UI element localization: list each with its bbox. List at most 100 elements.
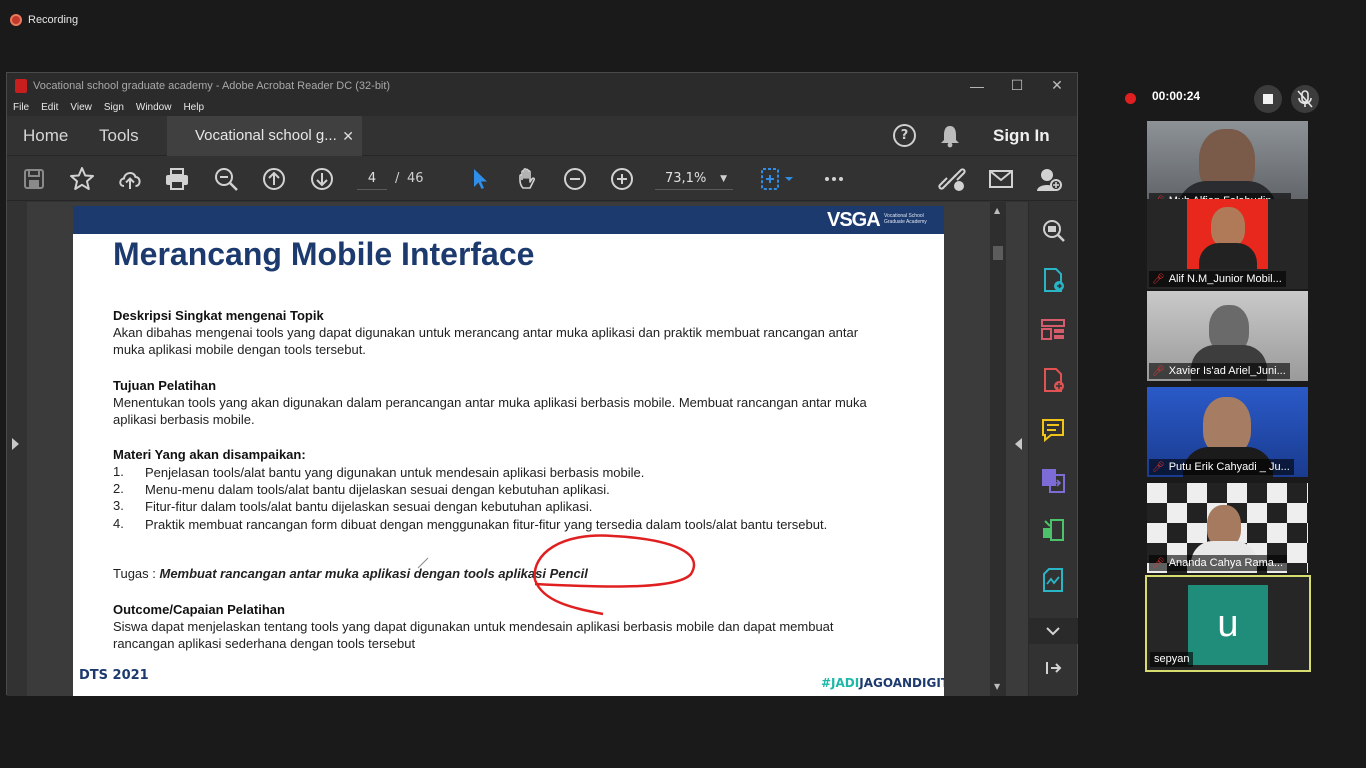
title-bar: Vocational school graduate academy - Ado… [7, 73, 1077, 98]
materi-item-number: 2. [113, 481, 124, 496]
fill-sign-icon[interactable] [1039, 566, 1067, 594]
fit-page-icon[interactable] [757, 165, 797, 193]
export-pdf-icon[interactable] [1039, 266, 1067, 294]
recording-indicator: Recording [10, 11, 78, 29]
participant-face [1211, 207, 1245, 247]
materi-heading: Materi Yang akan disampaikan: [113, 447, 306, 462]
menu-file[interactable]: File [7, 102, 35, 113]
page-number-input[interactable]: 4 [357, 168, 387, 190]
materi-item-number: 4. [113, 516, 124, 531]
combine-files-icon[interactable] [1039, 466, 1067, 494]
scroll-down-icon[interactable]: ▼ [994, 682, 1000, 691]
chevron-down-icon: ▼ [720, 174, 727, 184]
pdf-page: VSGA Vocational School Graduate Academy … [73, 206, 944, 696]
zoom-level-select[interactable]: 73,1% ▼ [655, 168, 733, 190]
organize-pages-icon[interactable] [1039, 316, 1067, 344]
search-zoom-icon[interactable] [212, 165, 240, 193]
toolbar: 4 / 46 73,1% ▼ [7, 157, 1077, 201]
participant-body [1199, 243, 1257, 269]
zoom-out-icon[interactable] [561, 165, 589, 193]
call-timer: 00:00:24 [1152, 89, 1201, 103]
comment-icon[interactable] [1039, 416, 1067, 444]
materi-item-text: Praktik membuat rancangan form dibuat de… [145, 517, 828, 532]
find-text-icon[interactable] [1039, 216, 1067, 244]
previous-page-icon[interactable] [260, 165, 288, 193]
mute-mic-button[interactable] [1291, 85, 1319, 113]
help-icon[interactable]: ? [893, 124, 916, 147]
sign-in-button[interactable]: Sign In [993, 116, 1050, 156]
more-options-icon[interactable] [820, 165, 848, 193]
vsga-logo: VSGA [827, 209, 881, 231]
hand-tool-icon[interactable] [513, 165, 541, 193]
save-icon[interactable] [20, 165, 48, 193]
participant-name: 🎤︎ Alif N.M_Junior Mobil... [1149, 271, 1286, 287]
minimize-button[interactable]: — [957, 73, 997, 98]
upload-cloud-icon[interactable] [116, 165, 144, 193]
participant-name: 🎤︎ Xavier Is'ad Ariel_Juni... [1149, 363, 1290, 379]
scroll-up-icon[interactable]: ▲ [994, 206, 1000, 215]
maximize-button[interactable]: ☐ [997, 73, 1037, 98]
slide-header-band [73, 206, 944, 234]
recording-label: Recording [28, 14, 79, 26]
outcome-text: Siswa dapat menjelaskan tentang tools ya… [113, 619, 834, 651]
vertical-scrollbar[interactable]: ▲ ▼ [990, 202, 1006, 696]
materi-item-text: Fitur-fitur dalam tools/alat bantu dijel… [145, 499, 593, 514]
participant-name: 🎤︎ Ananda Cahya Rama... [1149, 555, 1288, 571]
tab-document-label: Vocational school g... [195, 127, 337, 144]
self-view-tile[interactable]: u sepyan [1145, 575, 1311, 672]
stop-recording-button[interactable] [1254, 85, 1282, 113]
tab-home[interactable]: Home [23, 116, 68, 156]
menu-help[interactable]: Help [177, 102, 210, 113]
menu-view[interactable]: View [64, 102, 98, 113]
materi-item-number: 3. [113, 498, 124, 513]
acrobat-app-icon [15, 78, 27, 93]
footer-dts: DTS 2021 [79, 668, 149, 683]
tab-document[interactable]: Vocational school g... ✕ [167, 116, 362, 156]
materi-item-text: Penjelasan tools/alat bantu yang digunak… [145, 465, 645, 480]
scroll-thumb[interactable] [993, 246, 1003, 260]
menu-sign[interactable]: Sign [98, 102, 130, 113]
muted-mic-icon: 🎤︎ [1152, 274, 1165, 285]
muted-mic-icon: 🎤︎ [1152, 558, 1165, 569]
page-total: 46 [407, 171, 424, 186]
left-panel-toggle[interactable] [7, 202, 27, 696]
create-pdf-icon[interactable] [1039, 366, 1067, 394]
user-add-icon[interactable] [1035, 165, 1063, 193]
self-name: sepyan [1150, 652, 1194, 667]
menu-edit[interactable]: Edit [35, 102, 64, 113]
participant-tile[interactable]: 🎤︎ Alif N.M_Junior Mobil... [1147, 199, 1308, 289]
print-icon[interactable] [163, 165, 191, 193]
tools-pane-expand[interactable] [1029, 618, 1078, 644]
zoom-level-value: 73,1% [665, 171, 707, 186]
tugas-line: Tugas : Membuat rancangan antar muka apl… [113, 566, 588, 581]
email-icon[interactable] [987, 165, 1015, 193]
select-cursor-icon[interactable] [466, 165, 494, 193]
collapse-pane-icon[interactable] [1039, 654, 1067, 682]
share-link-icon[interactable] [938, 165, 966, 193]
zoom-in-icon[interactable] [608, 165, 636, 193]
document-area[interactable]: VSGA Vocational School Graduate Academy … [7, 202, 1078, 696]
acrobat-window: Vocational school graduate academy - Ado… [6, 72, 1078, 696]
close-window-button[interactable]: ✕ [1037, 73, 1077, 98]
footer-hashtag: #JADIJAGOANDIGITAL [821, 676, 944, 690]
notification-bell-icon[interactable] [939, 124, 961, 148]
menu-window[interactable]: Window [130, 102, 178, 113]
right-panel-toggle[interactable] [1010, 202, 1028, 696]
recording-dot-icon [1125, 93, 1136, 104]
participant-tile[interactable]: 🎤︎ Ananda Cahya Rama... [1147, 483, 1308, 573]
participant-tile[interactable]: 🎤︎ Putu Erik Cahyadi _ Ju... [1147, 387, 1308, 477]
outcome-heading: Outcome/Capaian Pelatihan [113, 602, 285, 617]
tujuan-heading: Tujuan Pelatihan [113, 378, 217, 393]
tab-tools[interactable]: Tools [99, 116, 139, 156]
deskripsi-text: Akan dibahas mengenai tools yang dapat d… [113, 325, 859, 357]
close-tab-icon[interactable]: ✕ [342, 116, 354, 156]
tugas-label: Tugas : [113, 566, 160, 581]
bookmark-star-icon[interactable] [68, 165, 96, 193]
participant-tile[interactable]: 🎤︎ Xavier Is'ad Ariel_Juni... [1147, 291, 1308, 381]
next-page-icon[interactable] [308, 165, 336, 193]
participant-tile[interactable]: 🎤︎Muh Alfian Falahudin_... [1147, 121, 1308, 211]
edit-pdf-icon[interactable] [1039, 516, 1067, 544]
page-separator: / [395, 171, 400, 186]
call-controls: 00:00:24 [1108, 82, 1328, 114]
tujuan-text: Menentukan tools yang akan digunakan dal… [113, 395, 867, 427]
